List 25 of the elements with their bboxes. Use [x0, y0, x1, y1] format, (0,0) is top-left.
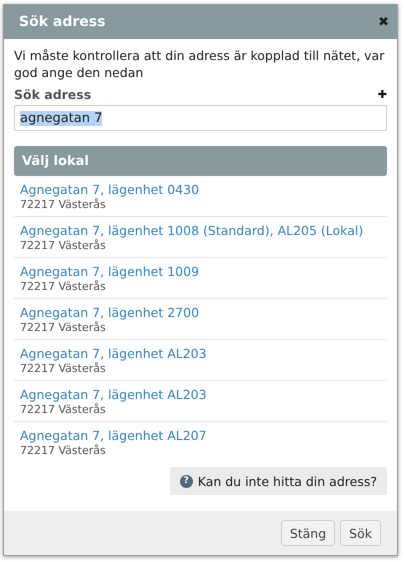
postal-city: 72217 Västerås [20, 280, 106, 294]
intro-text: Vi måste kontrollera att din adress är kopplad till nätet, var god ange den nedan [14, 47, 386, 81]
postal-city: 72217 Västerås [20, 239, 106, 253]
help-button[interactable]: ? Kan du inte hitta din adress? [170, 467, 387, 495]
address-input-field[interactable]: agnegatan 7 [14, 105, 387, 131]
field-label: Sök adress [14, 87, 92, 102]
postal-city: 72217 Västerås [20, 198, 106, 212]
postal-city: 72217 Västerås [20, 321, 106, 335]
address-link[interactable]: Agnegatan 7, lägenhet 2700 [20, 304, 200, 321]
address-link[interactable]: Agnegatan 7, lägenhet AL207 [20, 427, 207, 444]
postal-city: 72217 Västerås [20, 403, 106, 417]
address-link[interactable]: Agnegatan 7, lägenhet 1008 (Standard), AL205 (Lokal) [20, 222, 364, 239]
plus-icon[interactable]: ✚ [378, 88, 387, 101]
help-icon: ? [180, 474, 193, 488]
dialog-title: Sök adress [19, 14, 106, 30]
close-icon[interactable]: ✖ [378, 14, 389, 30]
list-heading: Välj lokal [14, 146, 387, 176]
address-link[interactable]: Agnegatan 7, lägenhet AL203 [20, 345, 207, 362]
dialog-button[interactable]: Sök [340, 520, 381, 546]
postal-city: 72217 Västerås [20, 362, 106, 376]
postal-city: 72217 Västerås [20, 444, 106, 458]
dialog-button[interactable]: Stäng [280, 520, 336, 546]
address-link[interactable]: Agnegatan 7, lägenhet 0430 [20, 181, 200, 198]
address-link[interactable]: Agnegatan 7, lägenhet AL203 [20, 386, 207, 403]
address-link[interactable]: Agnegatan 7, lägenhet 1009 [20, 263, 200, 280]
